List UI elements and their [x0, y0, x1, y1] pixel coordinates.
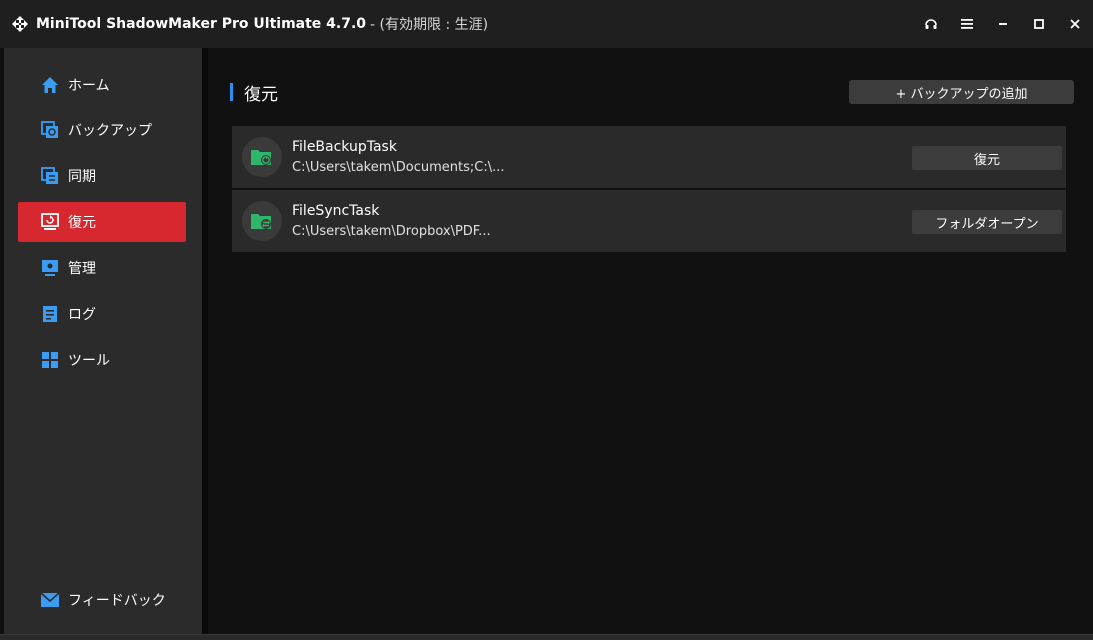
restore-icon — [40, 212, 60, 232]
task-row[interactable]: FileBackupTask C:\Users\takem\Documents;… — [232, 126, 1066, 188]
add-backup-button[interactable]: + バックアップの追加 — [849, 80, 1074, 104]
task-path: C:\Users\takem\Dropbox\PDF... — [292, 224, 491, 239]
sidebar-item-label: 復元 — [68, 215, 96, 231]
sidebar: ホーム バックアップ 同期 復元 管理 ログ ツール フィードバック — [4, 48, 202, 635]
close-icon[interactable] — [1057, 0, 1093, 48]
tools-icon — [40, 350, 60, 370]
feedback-label: フィードバック — [68, 593, 166, 609]
open-folder-button[interactable]: フォルダオープン — [912, 210, 1062, 234]
sidebar-item-backup[interactable]: バックアップ — [18, 110, 186, 150]
task-path: C:\Users\takem\Documents;C:\... — [292, 160, 505, 175]
sidebar-item-manage[interactable]: 管理 — [18, 248, 186, 288]
menu-icon[interactable] — [949, 0, 985, 48]
sidebar-item-tools[interactable]: ツール — [18, 340, 186, 380]
manage-icon — [40, 258, 60, 278]
main-panel: 復元 + バックアップの追加 FileBackupTask C:\Users\t… — [208, 48, 1093, 634]
sidebar-item-restore[interactable]: 復元 — [18, 202, 186, 242]
app-title: MiniTool ShadowMaker Pro Ultimate 4.7.0 — [36, 16, 367, 32]
app-logo-icon — [10, 14, 30, 34]
window-controls — [913, 0, 1093, 48]
sidebar-item-label: 同期 — [68, 169, 96, 185]
restore-button[interactable]: 復元 — [912, 146, 1062, 170]
sidebar-item-label: 管理 — [68, 261, 96, 277]
backup-folder-icon — [242, 137, 282, 177]
task-row[interactable]: FileSyncTask C:\Users\takem\Dropbox\PDF.… — [232, 190, 1066, 252]
sync-folder-icon — [242, 201, 282, 241]
sidebar-item-label: ホーム — [68, 78, 110, 94]
title-bar: MiniTool ShadowMaker Pro Ultimate 4.7.0 … — [0, 0, 1093, 48]
log-icon — [40, 304, 60, 324]
headset-icon[interactable] — [913, 0, 949, 48]
sidebar-item-home[interactable]: ホーム — [18, 65, 186, 105]
home-icon — [40, 75, 60, 95]
minimize-icon[interactable] — [985, 0, 1021, 48]
task-name: FileSyncTask — [292, 203, 380, 219]
section-marker — [230, 83, 233, 101]
task-name: FileBackupTask — [292, 139, 397, 155]
sidebar-item-sync[interactable]: 同期 — [18, 156, 186, 196]
page-title: 復元 — [244, 85, 278, 105]
sync-icon — [40, 166, 60, 186]
sidebar-item-label: バックアップ — [68, 123, 152, 139]
sidebar-item-label: ログ — [68, 307, 96, 323]
window-bottom-border — [0, 634, 1093, 640]
maximize-icon[interactable] — [1021, 0, 1057, 48]
license-info: - (有効期限 : 生涯) — [370, 17, 489, 33]
backup-icon — [40, 120, 60, 140]
sidebar-item-label: ツール — [68, 353, 110, 369]
mail-icon — [40, 590, 60, 610]
feedback-button[interactable]: フィードバック — [18, 580, 186, 620]
sidebar-item-log[interactable]: ログ — [18, 294, 186, 334]
